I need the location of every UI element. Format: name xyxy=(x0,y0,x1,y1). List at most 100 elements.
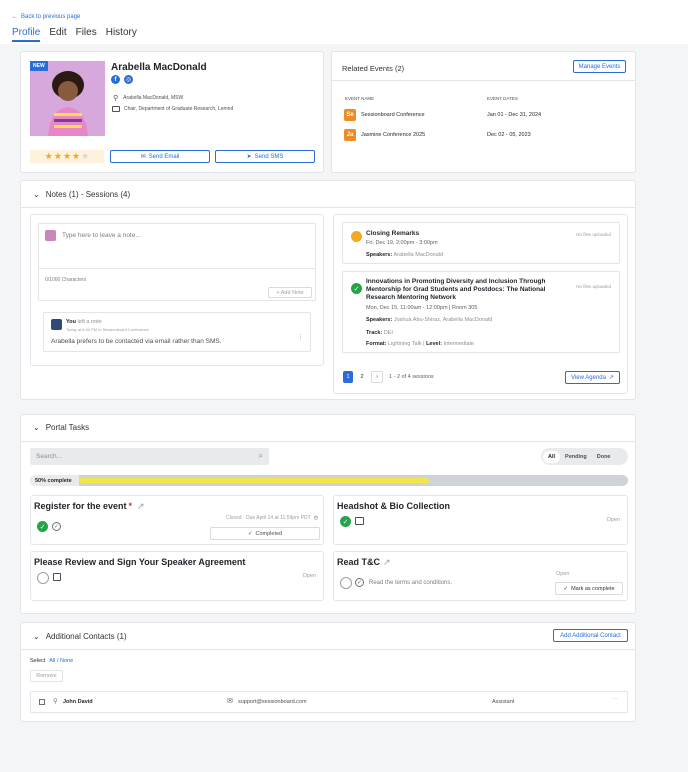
back-link[interactable]: ← Back to previous page xyxy=(12,14,80,20)
related-events-card: Related Events (2) Manage Events EVENT N… xyxy=(331,51,636,173)
note-input[interactable]: Type here to leave a note... xyxy=(62,232,141,239)
contact-row[interactable]: ⚲ John David ✉ support@sessionboard.com … xyxy=(30,691,628,713)
send-email-button[interactable]: ✉ Send Email xyxy=(110,150,210,163)
send-sms-button[interactable]: ➤ Send SMS xyxy=(215,150,315,163)
tab-history[interactable]: History xyxy=(106,27,137,42)
manage-events-button[interactable]: Manage Events xyxy=(573,60,626,73)
task-card[interactable]: Headshot & Bio Collection ✓ Open xyxy=(333,495,628,545)
filter-segmented: All Pending Done xyxy=(541,448,628,465)
check-icon: ✓ xyxy=(563,585,569,592)
event-badge: Se xyxy=(344,109,356,121)
tab-bar: Profile Edit Files History xyxy=(12,27,137,42)
page-2-button[interactable]: 2 xyxy=(357,371,367,383)
new-badge: NEW xyxy=(30,61,48,71)
event-row[interactable]: Ja Jasmine Conference 2025 Dec 02 - 05, … xyxy=(344,129,624,141)
tab-profile[interactable]: Profile xyxy=(12,27,41,42)
select-all-none-link[interactable]: All / None xyxy=(49,658,73,664)
note-text: Arabella prefers to be contacted via ema… xyxy=(51,338,222,345)
task-title: Read T&C xyxy=(337,557,381,567)
notes-sessions-section: ⌄ Notes (1) - Sessions (4) Type here to … xyxy=(20,180,636,400)
check-circle-icon: ✓ xyxy=(37,521,48,532)
task-due: Closed · Due April 14 at 11:59pm PDT ◷ xyxy=(225,515,318,521)
task-description: Read the terms and conditions. xyxy=(369,580,453,586)
session-format: Format: Lightning Talk | Level: Intermed… xyxy=(366,341,475,347)
files-status: No files uploaded xyxy=(576,284,611,289)
id-card-icon xyxy=(355,517,364,525)
page-1-button[interactable]: 1 xyxy=(343,371,353,383)
divider xyxy=(39,268,315,269)
status-pending-icon xyxy=(351,231,362,242)
document-icon xyxy=(53,573,61,581)
briefcase-icon xyxy=(112,106,120,112)
task-card[interactable]: Register for the event * ↗ ✓ ✓ Closed · … xyxy=(30,495,324,545)
note-editor: Type here to leave a note... 0/1000 Char… xyxy=(38,223,316,301)
contact-name: John David xyxy=(63,699,93,705)
task-card[interactable]: Read T&C ↗ ✓ Read the terms and conditio… xyxy=(333,551,628,601)
mark-complete-button[interactable]: ✓ Mark as complete xyxy=(555,582,623,595)
top-bar: ← Back to previous page Profile Edit Fil… xyxy=(0,0,688,44)
progress-fill xyxy=(79,478,429,483)
files-status: No files uploaded xyxy=(576,232,611,237)
arrow-left-icon: ← xyxy=(12,14,18,20)
contacts-section-header[interactable]: ⌄ Additional Contacts (1) xyxy=(33,632,127,641)
session-speakers: Speakers: Arabella MacDonald xyxy=(366,252,444,258)
related-events-title: Related Events (2) xyxy=(342,64,405,73)
check-outline-icon: ✓ xyxy=(355,578,364,587)
filter-pending[interactable]: Pending xyxy=(560,451,592,463)
pagination-range: 1 - 2 of 4 sessions xyxy=(389,374,434,380)
note-meta: Today at 6:00 PM in Sessionboard Confere… xyxy=(66,327,149,332)
check-outline-icon: ✓ xyxy=(52,522,61,531)
check-icon: ✓ xyxy=(247,530,253,537)
profile-name: Arabella MacDonald xyxy=(111,62,207,73)
progress-bar: 50% complete xyxy=(30,475,628,486)
notes-section-header[interactable]: ⌄ Notes (1) - Sessions (4) xyxy=(33,190,130,199)
send-icon: ➤ xyxy=(246,154,252,160)
star-icon: ★ xyxy=(44,151,53,161)
divider xyxy=(21,649,635,650)
filter-all[interactable]: All xyxy=(543,450,561,463)
session-track: Track: DEI xyxy=(366,330,393,336)
session-time: Mon, Dec 15, 11:00am - 12:00pm | Room 30… xyxy=(366,305,478,311)
add-contact-button[interactable]: Add Additional Contact xyxy=(553,629,628,642)
view-agenda-button[interactable]: View Agenda ↗ xyxy=(565,371,620,384)
avatar xyxy=(51,319,62,330)
social-links: f ◎ xyxy=(111,75,133,84)
remove-button[interactable]: Remove xyxy=(30,670,63,682)
session-card[interactable]: ✓ Innovations in Promoting Diversity and… xyxy=(342,271,620,353)
session-time: Fri, Dec 19, 2:00pm - 3:00pm xyxy=(366,240,438,246)
globe-icon[interactable]: ◎ xyxy=(124,75,133,84)
progress-label: 50% complete xyxy=(35,477,72,484)
session-card[interactable]: Closing Remarks Fri, Dec 19, 2:00pm - 3:… xyxy=(342,222,620,264)
task-search-input[interactable]: Search... ⌕ xyxy=(30,448,269,465)
envelope-icon: ✉ xyxy=(227,698,233,705)
task-card[interactable]: Please Review and Sign Your Speaker Agre… xyxy=(30,551,324,601)
add-note-button[interactable]: + Add Note xyxy=(268,287,312,298)
profile-card: NEW Arabella MacDonald f ◎ ⚲ Arabella Ma… xyxy=(20,51,324,173)
char-counter: 0/1000 Characters xyxy=(45,277,87,283)
note-card: You left a note Today at 6:00 PM in Sess… xyxy=(43,312,311,352)
select-row: Select All / None xyxy=(30,658,74,664)
more-horizontal-icon[interactable]: ··· xyxy=(612,696,618,702)
completed-button[interactable]: ✓ Completed xyxy=(210,527,320,540)
event-row[interactable]: Se Sessionboard Conference Jan 01 - Dec … xyxy=(344,109,624,121)
filter-done[interactable]: Done xyxy=(592,451,616,463)
person-icon: ⚲ xyxy=(113,95,119,102)
next-page-button[interactable]: › xyxy=(371,371,383,383)
col-event-name: EVENT NAME xyxy=(345,96,375,101)
star-icon: ★ xyxy=(53,151,62,161)
tab-edit[interactable]: Edit xyxy=(49,27,66,42)
portal-section-header[interactable]: ⌄ Portal Tasks xyxy=(33,423,89,432)
avatar-illustration xyxy=(30,61,105,136)
note-author-line: You left a note xyxy=(66,319,102,325)
session-title: Closing Remarks xyxy=(366,230,420,237)
person-icon: ⚲ xyxy=(53,698,58,705)
tab-files[interactable]: Files xyxy=(76,27,97,42)
row-checkbox[interactable] xyxy=(39,699,45,705)
additional-contacts-section: ⌄ Additional Contacts (1) Add Additional… xyxy=(20,622,636,722)
more-vertical-icon[interactable]: ⋮ xyxy=(297,333,304,341)
empty-circle-icon xyxy=(37,572,49,584)
facebook-icon[interactable]: f xyxy=(111,75,120,84)
portal-tasks-section: ⌄ Portal Tasks Search... ⌕ All Pending D… xyxy=(20,414,636,614)
external-link-icon: ↗ xyxy=(383,557,391,567)
rating-stars[interactable]: ★ ★ ★ ★ ★ xyxy=(30,150,104,163)
